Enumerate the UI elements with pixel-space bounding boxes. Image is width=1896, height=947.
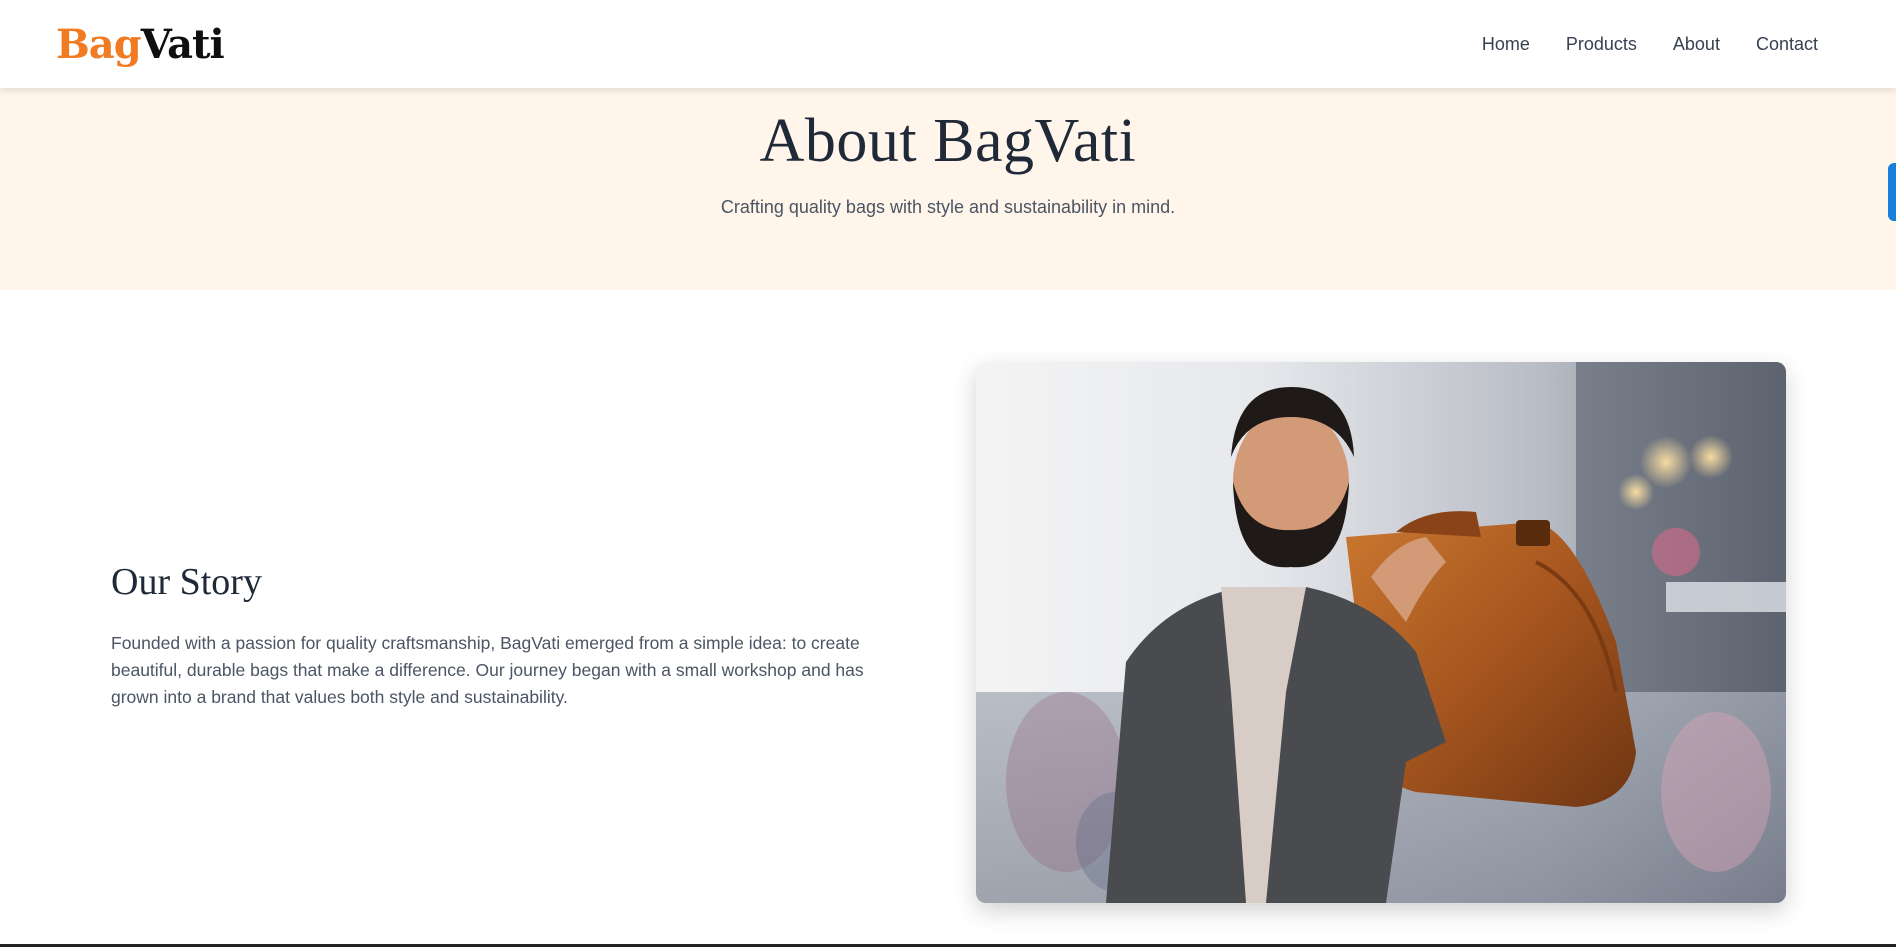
about-hero: About BagVati Crafting quality bags with… [0,88,1896,290]
brand-logo-part1: Bag [56,20,142,68]
nav-products-link[interactable]: Products [1566,34,1637,55]
story-body: Founded with a passion for quality craft… [111,633,864,707]
brand-logo-part2: Vati [140,20,225,68]
page-title: About BagVati [759,107,1137,175]
story-photo [976,362,1786,903]
main-nav: Home Products About Contact [1482,34,1840,55]
our-story-section: Our Story Founded with a passion for qua… [111,560,901,711]
story-heading: Our Story [111,561,262,603]
top-navbar: BagVati Home Products About Contact [0,0,1896,88]
nav-home-link[interactable]: Home [1482,34,1530,55]
page-subtitle: Crafting quality bags with style and sus… [720,197,1176,217]
man-with-suitcase-image [976,362,1786,903]
nav-about-link[interactable]: About [1673,34,1720,55]
nav-contact-link[interactable]: Contact [1756,34,1818,55]
side-feedback-tab[interactable] [1888,163,1896,221]
brand-logo[interactable]: BagVati [56,20,225,68]
